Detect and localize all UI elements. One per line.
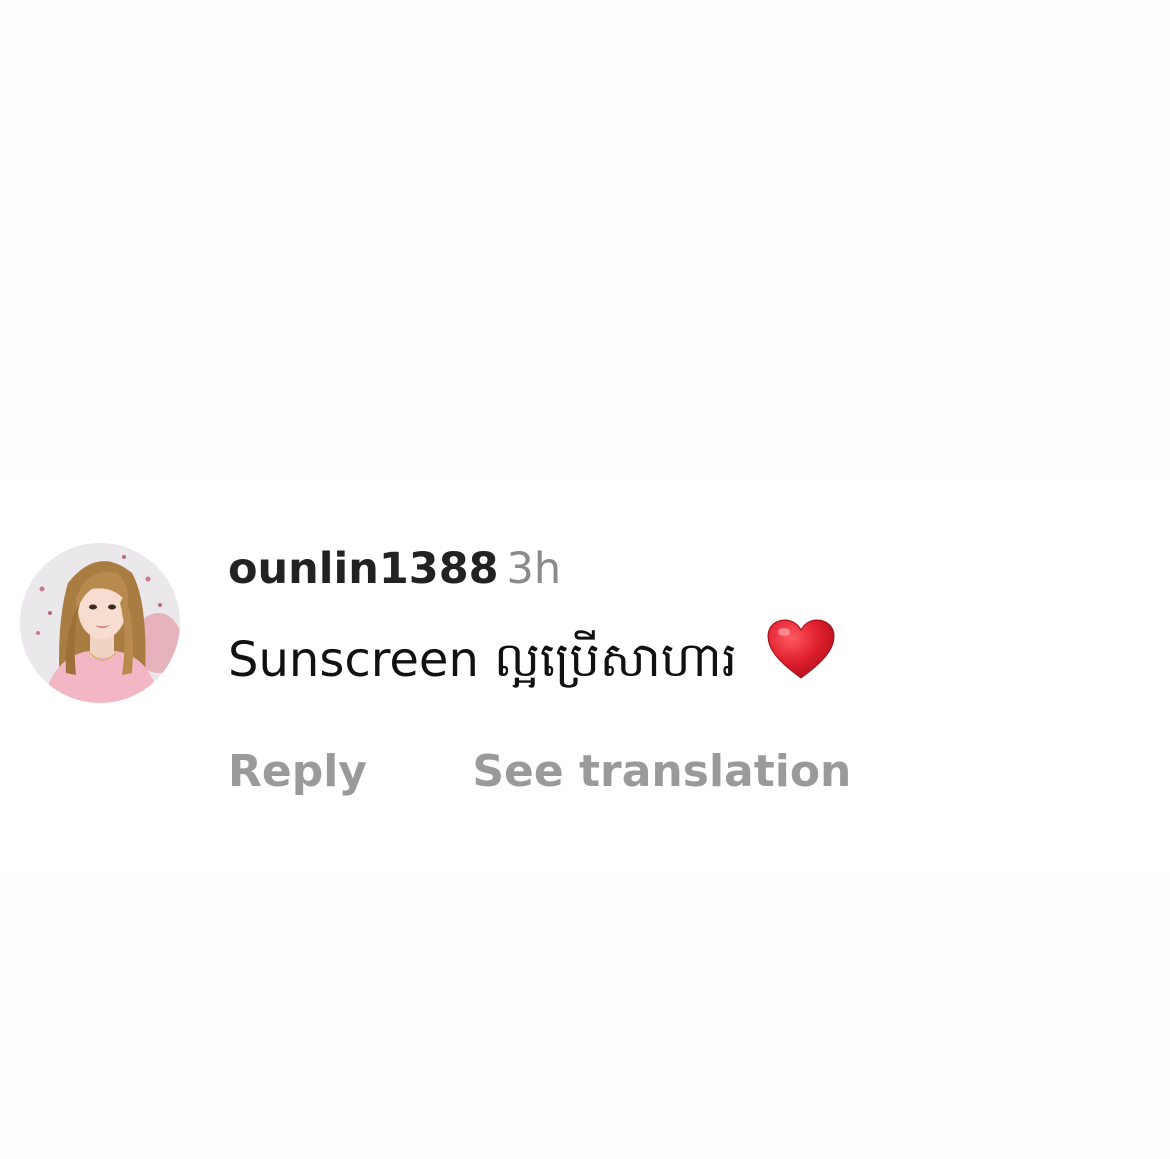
- comment-timestamp: 3h: [506, 544, 562, 594]
- see-translation-button[interactable]: See translation: [472, 746, 851, 797]
- avatar-photo: [20, 543, 180, 703]
- screenshot-page: ounlin1388 3h Sunscreen ល្អប្រើសាហារ Rep…: [0, 0, 1170, 1159]
- red-heart-icon: [766, 618, 836, 696]
- reply-button[interactable]: Reply: [228, 746, 367, 797]
- comment-header: ounlin1388 3h: [228, 542, 561, 596]
- comment-body: Sunscreen ល្អប្រើសាហារ: [228, 619, 836, 702]
- comment-text: Sunscreen ល្អប្រើសាហារ: [228, 632, 737, 688]
- username-link[interactable]: ounlin1388: [228, 544, 499, 594]
- comment-actions: Reply See translation: [228, 744, 851, 800]
- comment-item: ounlin1388 3h Sunscreen ល្អប្រើសាហារ Rep…: [0, 478, 1170, 878]
- user-avatar[interactable]: [20, 543, 180, 703]
